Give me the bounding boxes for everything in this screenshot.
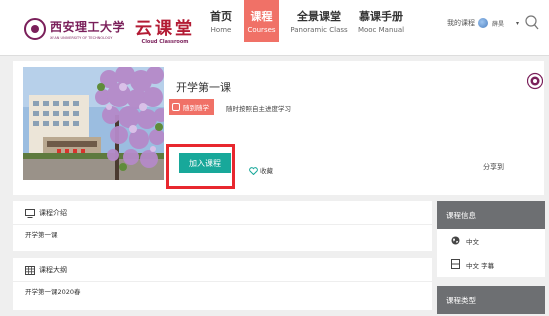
- course-intro-text: 开学第一课: [25, 231, 58, 239]
- globe-icon: [451, 236, 460, 247]
- language-value: 中文: [466, 238, 479, 246]
- course-card: 开学第一课 随到随学 随时按照自主进度学习 加入课程 收藏 分享到: [13, 61, 544, 195]
- course-outline-heading: 课程大纲: [39, 265, 67, 274]
- favorite-label: 收藏: [260, 166, 273, 175]
- nav-courses-en: Courses: [247, 26, 276, 34]
- course-info-body: 中文 中文 字幕: [437, 229, 545, 277]
- share-button[interactable]: 分享到: [483, 162, 504, 172]
- university-name-en: XI'AN UNIVERSITY OF TECHNOLOGY: [50, 36, 113, 40]
- course-intro-header: 课程介绍: [13, 201, 432, 225]
- study-mode-badge: 随到随学: [169, 99, 214, 115]
- nav-panoramic-class[interactable]: 全景课堂 Panoramic Class: [285, 0, 353, 42]
- language-row: 中文: [437, 229, 545, 253]
- course-outline-panel: 课程大纲 开学第一课2020春: [13, 258, 432, 310]
- chevron-down-icon[interactable]: ▾: [516, 20, 519, 27]
- nav-panoramic-zh: 全景课堂: [297, 10, 341, 23]
- university-name-cn: 西安理工大学: [50, 20, 126, 34]
- nav-mooc-en: Mooc Manual: [357, 26, 405, 34]
- course-intro-panel: 课程介绍 开学第一课: [13, 201, 432, 251]
- nav-panoramic-en: Panoramic Class: [290, 26, 348, 34]
- course-cover-image: [23, 67, 164, 180]
- university-name: 西安理工大学 XI'AN UNIVERSITY OF TECHNOLOGY: [50, 18, 125, 40]
- join-course-button[interactable]: 加入课程: [179, 153, 231, 173]
- course-title: 开学第一课: [176, 81, 231, 94]
- cloud-classroom-en: Cloud Classroom: [141, 38, 189, 45]
- my-courses-link[interactable]: 我的课程: [447, 18, 475, 28]
- username[interactable]: 薛昊: [492, 19, 504, 28]
- top-header: 西安理工大学 XI'AN UNIVERSITY OF TECHNOLOGY 云课…: [0, 0, 549, 56]
- nav-mooc-zh: 慕课手册: [359, 10, 403, 23]
- main-nav: 首页 Home 课程 Courses 全景课堂 Panoramic Class …: [200, 0, 409, 42]
- course-outline-text: 开学第一课2020春: [25, 288, 81, 296]
- user-area: 我的课程 薛昊 ▾: [447, 14, 539, 32]
- monitor-icon: [25, 203, 35, 222]
- university-seal-icon: [24, 18, 46, 40]
- cloud-classroom-brand: 云课堂 Cloud Classroom: [135, 14, 195, 45]
- study-mode-label: 随到随学: [183, 104, 209, 112]
- course-info-heading: 课程信息: [437, 201, 545, 229]
- subtitle-value: 中文 字幕: [466, 262, 495, 270]
- favorite-button[interactable]: 收藏: [249, 160, 273, 179]
- nav-courses[interactable]: 课程 Courses: [244, 0, 279, 42]
- cloud-classroom-cn: 云课堂: [135, 18, 196, 39]
- course-intro-heading: 课程介绍: [39, 208, 67, 217]
- study-mode-description: 随时按照自主进度学习: [226, 105, 291, 113]
- nav-mooc-manual[interactable]: 慕课手册 Mooc Manual: [353, 0, 409, 42]
- site-logo[interactable]: 西安理工大学 XI'AN UNIVERSITY OF TECHNOLOGY 云课…: [24, 12, 195, 46]
- course-type-heading: 课程类型: [437, 286, 545, 314]
- heart-icon: [249, 160, 258, 179]
- nav-home-en: Home: [210, 26, 232, 34]
- study-mode-icon: [172, 103, 180, 111]
- grid-icon: [25, 260, 35, 279]
- nav-home[interactable]: 首页 Home: [200, 0, 242, 42]
- course-outline-header: 课程大纲: [13, 258, 432, 282]
- course-type-sidebar: 课程类型: [437, 286, 545, 314]
- nav-home-zh: 首页: [210, 10, 232, 23]
- subtitle-icon: [451, 259, 460, 271]
- nav-courses-zh: 课程: [250, 10, 273, 23]
- user-avatar[interactable]: [477, 18, 488, 28]
- course-info-sidebar: 课程信息 中文 中文 字幕: [437, 201, 545, 277]
- university-badge-icon: [526, 70, 544, 92]
- subtitle-row: 中文 字幕: [437, 253, 545, 277]
- search-icon[interactable]: [525, 14, 539, 32]
